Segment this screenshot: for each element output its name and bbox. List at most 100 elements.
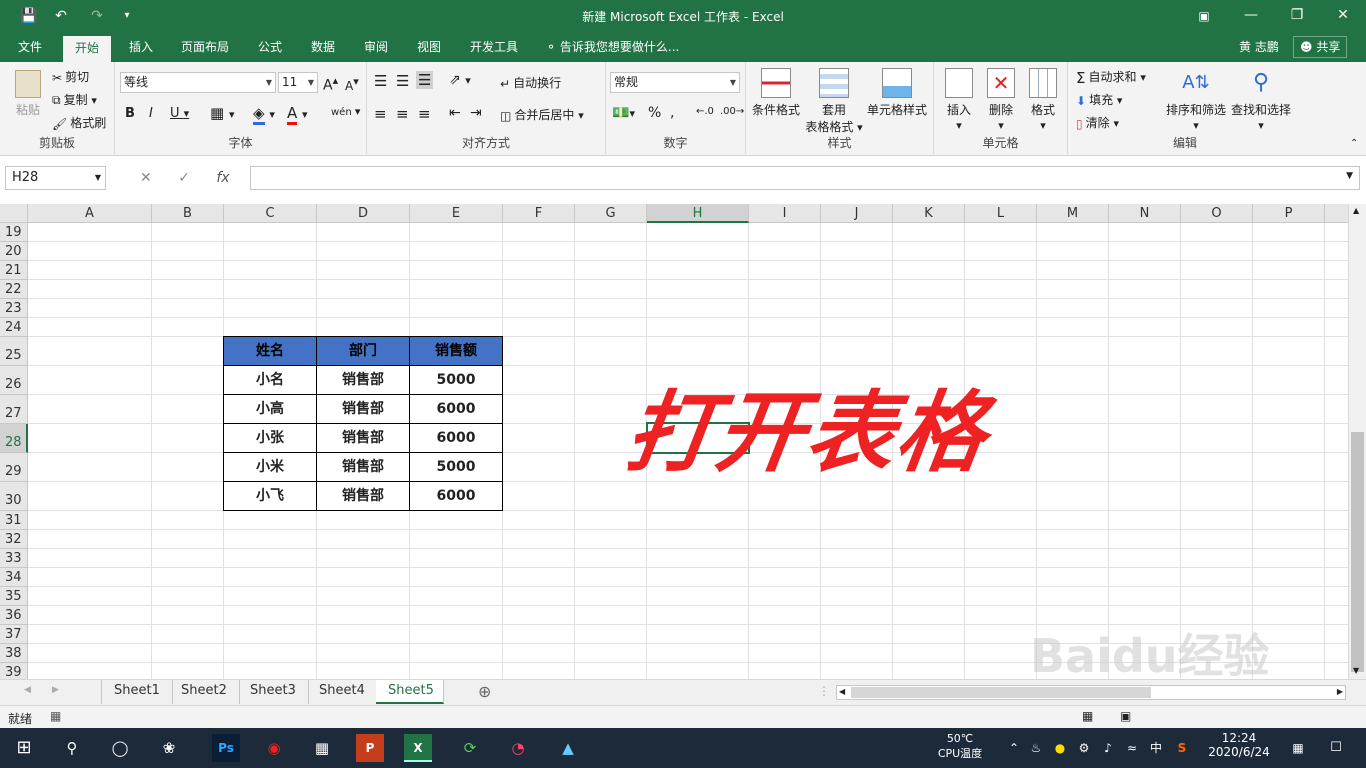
pinwheel-app-icon[interactable]: ❀ (155, 734, 183, 762)
italic-icon[interactable]: I (149, 106, 153, 121)
table-cell[interactable]: 小张 (223, 423, 317, 453)
table-cell[interactable]: 6000 (409, 423, 503, 453)
decrease-font-icon[interactable]: A▾ (345, 75, 359, 93)
row-header-20[interactable]: 20 (0, 242, 28, 261)
calculator-icon[interactable]: ▦ (308, 734, 336, 762)
maximize-button[interactable]: ❐ (1274, 0, 1320, 33)
row-header-39[interactable]: 39 (0, 663, 28, 679)
table-cell[interactable]: 销售部 (316, 452, 410, 482)
column-header-i[interactable]: I (749, 204, 821, 223)
align-left-icon[interactable]: ≡ (374, 105, 387, 123)
table-header-name[interactable]: 姓名 (223, 336, 317, 366)
row-header-28[interactable]: 28 (0, 424, 28, 453)
clock[interactable]: 12:24 2020/6/24 (1204, 731, 1274, 759)
underline-icon[interactable]: U ▾ (170, 106, 189, 121)
increase-decimal-icon[interactable]: ←.0 (696, 106, 714, 117)
row-header-35[interactable]: 35 (0, 587, 28, 606)
insert-function-icon[interactable]: fx (216, 170, 229, 186)
prev-sheet-icon[interactable]: ◀ (24, 685, 31, 695)
column-header-j[interactable]: J (821, 204, 893, 223)
tab-view[interactable]: 视图 (405, 33, 453, 62)
table-header-dept[interactable]: 部门 (316, 336, 410, 366)
percent-icon[interactable]: % (648, 105, 661, 121)
normal-view-icon[interactable]: ▦ (1082, 709, 1093, 723)
increase-indent-icon[interactable]: ⇥ (470, 105, 482, 121)
photoshop-icon[interactable]: Ps (212, 734, 240, 762)
decrease-decimal-icon[interactable]: .00→ (720, 106, 744, 117)
row-header-37[interactable]: 37 (0, 625, 28, 644)
format-as-table-button[interactable]: 套用 表格格式 ▾ (802, 68, 866, 135)
table-cell[interactable]: 6000 (409, 394, 503, 424)
excel-icon[interactable]: X (404, 734, 432, 762)
cut-button[interactable]: ✂ 剪切 (52, 68, 89, 85)
wrap-text-button[interactable]: ↵ 自动换行 (500, 74, 561, 91)
vertical-scroll-thumb[interactable] (1351, 432, 1364, 672)
row-header-26[interactable]: 26 (0, 366, 28, 395)
speedometer-app-icon[interactable]: ◔ (504, 734, 532, 762)
column-header-k[interactable]: K (893, 204, 965, 223)
column-header-b[interactable]: B (152, 204, 224, 223)
number-format-select[interactable]: 常规 ▼ (610, 72, 740, 93)
column-header-p[interactable]: P (1253, 204, 1325, 223)
increase-font-icon[interactable]: A▴ (323, 74, 338, 94)
netease-music-icon[interactable]: ◉ (260, 734, 288, 762)
search-icon[interactable]: ⚲ (58, 734, 86, 762)
align-top-icon[interactable]: ☰ (374, 72, 387, 90)
comma-style-icon[interactable]: , (670, 105, 674, 121)
row-header-21[interactable]: 21 (0, 261, 28, 280)
format-painter-button[interactable]: 🖌 格式刷 (52, 114, 106, 131)
column-header-n[interactable]: N (1109, 204, 1181, 223)
tell-me-box[interactable]: ⚬ 告诉我您想要做什么... (546, 33, 679, 62)
column-header-a[interactable]: A (28, 204, 152, 223)
format-cells-button[interactable]: 格式 ▾ (1022, 68, 1064, 132)
table-cell[interactable]: 5000 (409, 452, 503, 482)
table-cell[interactable]: 小名 (223, 365, 317, 395)
row-header-25[interactable]: 25 (0, 337, 28, 366)
table-cell[interactable]: 销售部 (316, 481, 410, 511)
scroll-left-icon[interactable]: ◀ (839, 687, 845, 696)
row-header-38[interactable]: 38 (0, 644, 28, 663)
row-header-22[interactable]: 22 (0, 280, 28, 299)
copy-button[interactable]: ⧉ 复制 ▾ (52, 91, 97, 108)
font-size-select[interactable]: 11 ▼ (278, 72, 318, 93)
delete-cells-button[interactable]: ✕ 删除 ▾ (980, 68, 1022, 132)
sheet-tab-2[interactable]: Sheet2 (169, 680, 240, 704)
row-header-29[interactable]: 29 (0, 453, 28, 482)
page-layout-view-icon[interactable]: ▣ (1120, 709, 1131, 723)
align-bottom-icon[interactable]: ☰ (416, 71, 434, 89)
sheet-tab-5[interactable]: Sheet5 (376, 680, 444, 704)
table-cell[interactable]: 小高 (223, 394, 317, 424)
conditional-format-button[interactable]: 条件格式 (748, 68, 804, 118)
tab-data[interactable]: 数据 (299, 33, 347, 62)
accounting-format-icon[interactable]: 💵▾ (612, 105, 635, 121)
expand-formula-icon[interactable]: ▼ (1346, 171, 1353, 181)
row-header-24[interactable]: 24 (0, 318, 28, 337)
row-header-33[interactable]: 33 (0, 549, 28, 568)
bold-icon[interactable]: B (125, 106, 135, 121)
column-header-d[interactable]: D (317, 204, 410, 223)
minimize-button[interactable]: — (1228, 0, 1274, 33)
table-header-sales[interactable]: 销售额 (409, 336, 503, 366)
table-cell[interactable]: 小米 (223, 452, 317, 482)
row-header-31[interactable]: 31 (0, 511, 28, 530)
row-header-32[interactable]: 32 (0, 530, 28, 549)
borders-icon[interactable]: ▦ ▾ (210, 104, 234, 122)
column-header-e[interactable]: E (410, 204, 503, 223)
row-header-27[interactable]: 27 (0, 395, 28, 424)
scroll-up-icon[interactable]: ▲ (1353, 206, 1359, 215)
autosum-button[interactable]: Σ 自动求和 ▾ (1076, 68, 1146, 87)
column-header-q[interactable] (1325, 204, 1348, 223)
ime-indicator[interactable]: 中 (1142, 734, 1170, 762)
fill-button[interactable]: ⬇ 填充 ▾ (1076, 91, 1122, 108)
worksheet-grid[interactable]: A B C D E F G H I J K L M N O P 19 20 21… (0, 204, 1348, 679)
font-color-icon[interactable]: A ▾ (287, 104, 308, 125)
tab-page-layout[interactable]: 页面布局 (169, 33, 241, 62)
photos-icon[interactable]: ▲ (554, 734, 582, 762)
select-all-corner[interactable] (0, 204, 28, 223)
tab-formulas[interactable]: 公式 (246, 33, 294, 62)
close-button[interactable]: ✕ (1320, 0, 1366, 33)
row-header-30[interactable]: 30 (0, 482, 28, 511)
action-center-icon[interactable]: ☐ (1322, 734, 1350, 762)
tab-developer[interactable]: 开发工具 (458, 33, 530, 62)
ribbon-display-options-icon[interactable]: ▣ (1193, 5, 1215, 27)
